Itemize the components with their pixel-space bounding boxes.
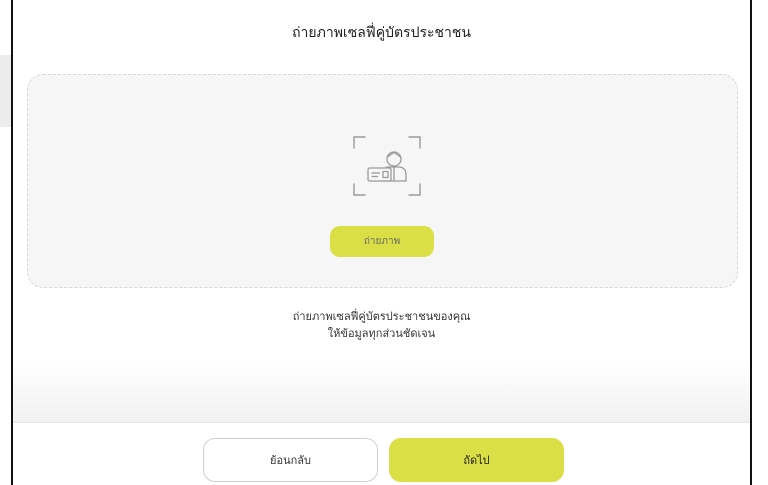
instructions-text: ถ่ายภาพเซลฟี่คู่บัตรประชาชนของคุณ ให้ข้อ… [13, 308, 750, 342]
bottom-fade [13, 360, 750, 422]
take-photo-button[interactable]: ถ่ายภาพ [330, 226, 434, 257]
modal-dialog: ถ่ายภาพเซลฟี่คู่บัตรประชาชน ถ่ายภาพ ถ่าย… [11, 0, 752, 485]
instructions-line-2: ให้ข้อมูลทุกส่วนชัดเจน [327, 327, 436, 340]
next-button[interactable]: ถัดไป [389, 438, 564, 482]
photo-capture-area[interactable]: ถ่ายภาพ [27, 74, 738, 288]
instructions-line-1: ถ่ายภาพเซลฟี่คู่บัตรประชาชนของคุณ [292, 310, 471, 323]
id-card-selfie-icon [353, 136, 421, 196]
back-button[interactable]: ย้อนกลับ [203, 438, 378, 482]
footer-bar: ย้อนกลับ ถัดไป [13, 422, 750, 485]
page-title: ถ่ายภาพเซลฟี่คู่บัตรประชาชน [292, 25, 471, 41]
